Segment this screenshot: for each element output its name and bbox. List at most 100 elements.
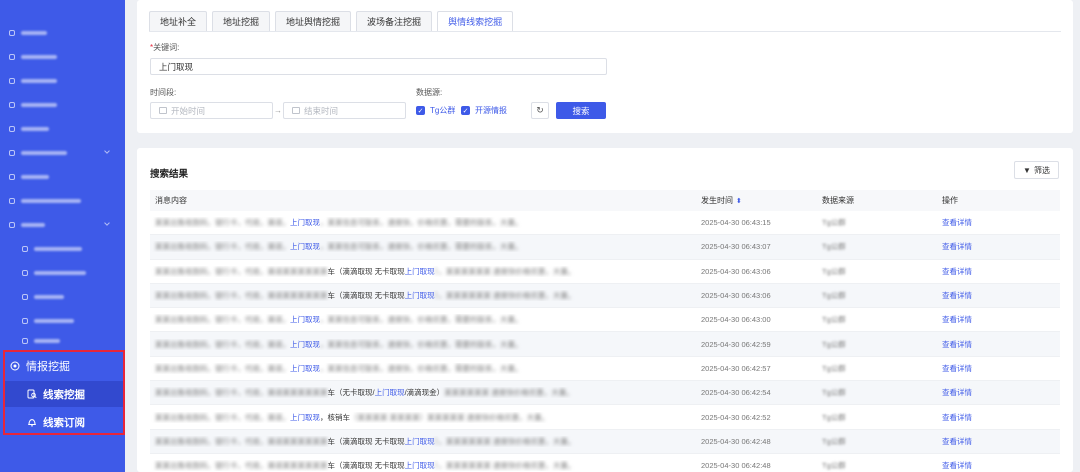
checkbox-checked-icon: ✓ (461, 106, 470, 115)
tab-address-sentiment[interactable]: 地址舆情挖掘 (275, 11, 352, 32)
tab-sentiment-clue[interactable]: 舆情线索挖掘 (437, 11, 514, 32)
item-icon (22, 270, 28, 276)
sidebar-subitem[interactable] (0, 330, 125, 352)
table-row: 某某出售收款码，银行卡，代收，渠道某某某某某某 车（滴滴取现 无卡取现 上门取现）… (150, 260, 1060, 284)
table-header: 消息内容 发生时间 ⬍ 数据来源 操作 (150, 190, 1060, 211)
cell-action: 查看详情 (937, 241, 1060, 252)
end-time-input[interactable]: 结束时间 (283, 102, 406, 119)
range-separator: → (274, 106, 282, 115)
search-button[interactable]: 搜索 (556, 102, 606, 119)
sort-icon[interactable]: ⬍ (736, 198, 742, 205)
keyword-highlight: 上门取现 (290, 412, 320, 422)
cell-time: 2025-04-30 06:43:06 (701, 266, 771, 276)
sidebar-item[interactable] (0, 190, 125, 212)
toolbox-icon (9, 222, 15, 228)
tab-tron-note[interactable]: 波场备注挖掘 (356, 11, 433, 32)
keyword-input[interactable]: 上门取现 (150, 58, 607, 75)
keyword-highlight: 上门取现 (290, 315, 320, 325)
cell-content: 某某出售收款码，银行卡，代收，渠道， 上门取现 ，某某信息可联系，速度快，价格优惠，… (155, 218, 523, 228)
start-time-input[interactable]: 开始时间 (150, 102, 273, 119)
cell-source: Tg公群 (822, 242, 846, 252)
keyword-highlight: 上门取现 (290, 242, 320, 252)
sidebar-subitem[interactable] (0, 310, 125, 332)
table-row: 某某出售收款码，银行卡，代收，渠道某某某某某某 车（滴滴取现 无卡取现 上门取现）… (150, 283, 1060, 309)
cell-time: 2025-04-30 06:42:59 (701, 339, 771, 349)
view-detail-link[interactable]: 查看详情 (942, 388, 972, 397)
calendar-icon (159, 107, 167, 114)
cell-content: 某某出售收款码，银行卡，代收，渠道某某某某某某 车（滴滴取现 无卡取现 上门取现）… (155, 461, 576, 471)
cell-source: Tg公群 (822, 266, 846, 276)
table-row: 某某出售收款码，银行卡，代收，渠道某某某某某某 车（滴滴取现 无卡取现 上门取现）… (150, 454, 1060, 472)
cell-time: 2025-04-30 06:43:07 (701, 242, 771, 252)
sidebar-item[interactable] (0, 214, 125, 236)
sidebar-item[interactable] (0, 94, 125, 116)
source-checkbox-osint[interactable]: ✓ 开源情报 (461, 105, 507, 116)
cell-time: 2025-04-30 06:43:00 (701, 315, 771, 325)
search-panel: 地址补全 地址挖掘 地址舆情挖掘 波场备注挖掘 舆情线索挖掘 *关键词: 上门取… (137, 0, 1073, 133)
funnel-icon: ▼ (1023, 165, 1031, 175)
cell-content: 某某出售收款码，银行卡，代收，渠道某某某某某某 车（滴滴取现 无卡取现 上门取现）… (155, 291, 576, 301)
sidebar-item[interactable] (0, 46, 125, 68)
sidebar-item[interactable] (0, 118, 125, 140)
view-detail-link[interactable]: 查看详情 (942, 413, 972, 422)
dashboard-icon (9, 30, 15, 36)
results-title: 搜索结果 (150, 169, 189, 180)
sidebar-item[interactable] (0, 22, 125, 44)
cell-action: 查看详情 (937, 314, 1060, 325)
sidebar: 情报挖掘 线索挖掘 线索订阅 (0, 0, 125, 472)
sidebar-subitem[interactable] (0, 238, 125, 260)
view-detail-link[interactable]: 查看详情 (942, 218, 972, 227)
cell-content: 某某出售收款码，银行卡，代收，渠道某某某某某某 车（无卡取现/上门取现/滴滴现金）… (155, 388, 574, 398)
sidebar-item[interactable] (0, 142, 125, 164)
tab-bar: 地址补全 地址挖掘 地址舆情挖掘 波场备注挖掘 舆情线索挖掘 (149, 11, 514, 32)
cell-content: 某某出售收款码，银行卡，代收，渠道， 上门取现 ，核销车 （某某某某 某某某某）某某某… (155, 412, 550, 422)
sidebar-subitem[interactable] (0, 262, 125, 284)
source-label: 数据源: (416, 88, 443, 97)
tab-divider (149, 31, 1061, 32)
checkbox-checked-icon: ✓ (416, 106, 425, 115)
sidebar-item[interactable] (0, 166, 125, 188)
cell-action: 查看详情 (937, 217, 1060, 228)
calendar-icon (292, 107, 300, 114)
item-icon (22, 338, 28, 344)
view-detail-link[interactable]: 查看详情 (942, 315, 972, 324)
cell-content: 某某出售收款码，银行卡，代收，渠道， 上门取现 ，某某信息可联系，速度快，价格优惠，… (155, 339, 523, 349)
view-detail-link[interactable]: 查看详情 (942, 364, 972, 373)
keyword-highlight: 上门取现 (404, 436, 435, 446)
reset-button[interactable]: ↻ (531, 102, 549, 119)
filter-button[interactable]: ▼ 筛选 (1014, 161, 1059, 179)
cell-source: Tg公群 (822, 363, 846, 373)
view-detail-link[interactable]: 查看详情 (942, 461, 972, 470)
cell-time: 2025-04-30 06:43:06 (701, 291, 771, 301)
table-row: 某某出售收款码，银行卡，代收，渠道， 上门取现 ，某某信息可联系，速度快，价格优惠，… (150, 235, 1060, 260)
col-header-content: 消息内容 (155, 196, 187, 205)
keyword-highlight: 上门取现 (290, 339, 320, 349)
keyword-highlight: 上门取现 (290, 363, 320, 373)
sidebar-subitem[interactable] (0, 286, 125, 308)
doc-icon (9, 102, 15, 108)
source-checkbox-tg[interactable]: ✓ Tg公群 (416, 105, 455, 116)
refresh-icon: ↻ (536, 105, 544, 115)
keyword-highlight: 上门取现 (374, 388, 405, 398)
tab-address-complete[interactable]: 地址补全 (149, 11, 208, 32)
table-row: 某某出售收款码，银行卡，代收，渠道， 上门取现 ，核销车 （某某某某 某某某某）某某某… (150, 405, 1060, 430)
cell-content: 某某出售收款码，银行卡，代收，渠道， 上门取现 ，某某信息可联系，速度快，价格优惠，… (155, 363, 523, 373)
time-label: 时间段: (150, 88, 177, 97)
view-detail-link[interactable]: 查看详情 (942, 267, 972, 276)
col-header-action: 操作 (942, 196, 958, 205)
cell-time: 2025-04-30 06:43:15 (701, 218, 771, 228)
col-header-time[interactable]: 发生时间 ⬍ (698, 195, 817, 206)
sidebar-item[interactable] (0, 70, 125, 92)
view-detail-link[interactable]: 查看详情 (942, 242, 972, 251)
chart-icon (9, 126, 15, 132)
keyword-highlight: 上门取现 (404, 291, 435, 301)
cell-source: Tg公群 (822, 436, 846, 446)
view-detail-link[interactable]: 查看详情 (942, 340, 972, 349)
view-detail-link[interactable]: 查看详情 (942, 291, 972, 300)
cell-time: 2025-04-30 06:42:48 (701, 436, 771, 446)
keyword-label: *关键词: (150, 43, 180, 52)
task-icon (9, 174, 15, 180)
cell-source: Tg公群 (822, 461, 846, 471)
view-detail-link[interactable]: 查看详情 (942, 437, 972, 446)
tab-address-mining[interactable]: 地址挖掘 (212, 11, 271, 32)
